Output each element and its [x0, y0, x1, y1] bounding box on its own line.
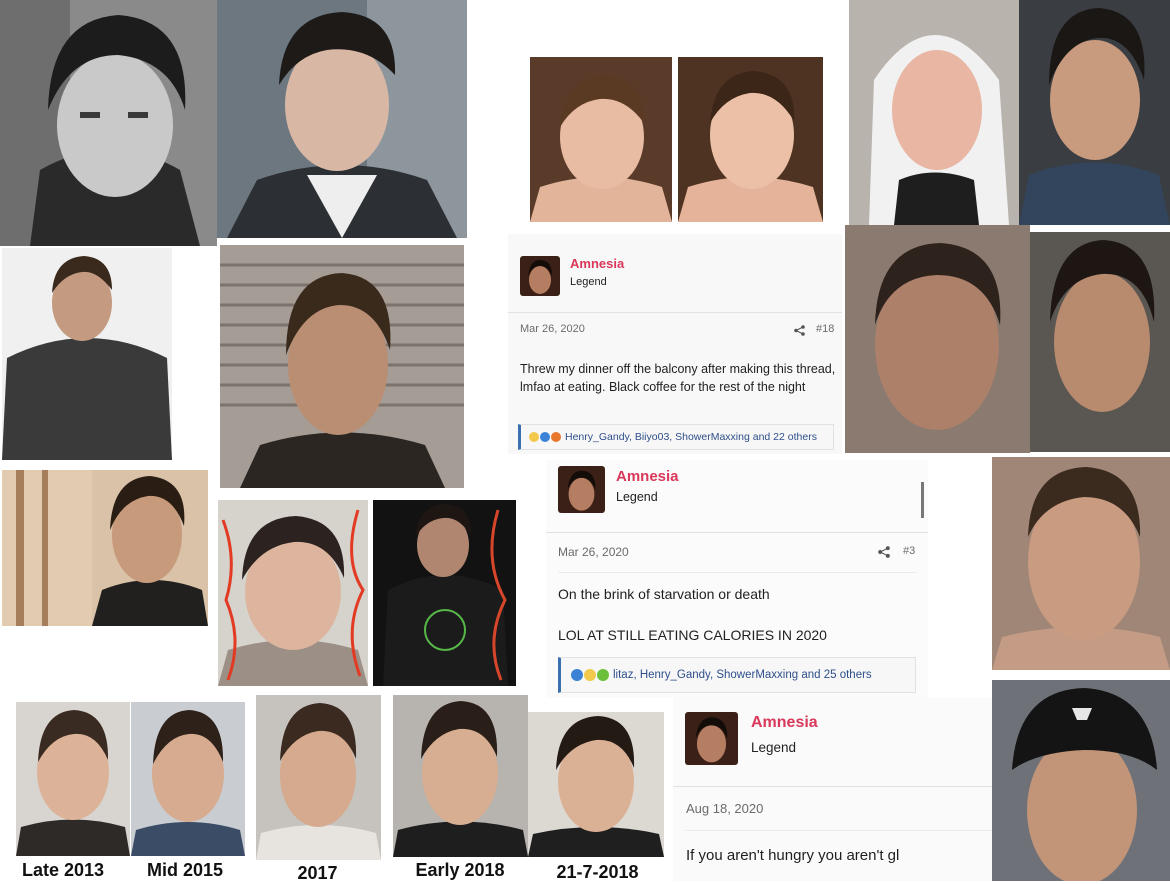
username-link[interactable]: Amnesia [570, 256, 624, 271]
forum-post: Amnesia Legend Mar 26, 2020 #3 On the br… [546, 460, 928, 698]
portrait-photo [220, 245, 464, 488]
portrait-photo [2, 248, 172, 460]
portrait-photo [1030, 232, 1170, 452]
post-body: If you aren't hungry you aren't gl [686, 847, 900, 864]
reactions-bar[interactable]: litaz, Henry_Gandy, ShowerMaxxing and 25… [558, 657, 916, 693]
post-number-link[interactable]: #3 [903, 545, 915, 557]
post-body: Threw my dinner off the balcony after ma… [520, 362, 836, 394]
portrait-photo [528, 712, 664, 857]
user-role: Legend [570, 276, 607, 288]
portrait-photo [1019, 0, 1170, 225]
timeline-caption: Early 2018 [415, 860, 505, 880]
user-role: Legend [751, 740, 797, 755]
timeline-caption: Mid 2015 [146, 860, 224, 880]
sick-reaction-icon [597, 669, 609, 681]
portrait-photo [218, 500, 368, 686]
avatar[interactable] [520, 256, 560, 296]
post-number-link[interactable]: #18 [816, 323, 834, 335]
portrait-photo [992, 457, 1170, 670]
reactions-text[interactable]: litaz, Henry_Gandy, ShowerMaxxing and 25… [613, 669, 872, 681]
post-body: LOL AT STILL EATING CALORIES IN 2020 [558, 627, 827, 643]
divider [546, 532, 928, 533]
love-reaction-icon [551, 432, 561, 442]
portrait-photo [131, 702, 245, 856]
like-reaction-icon [571, 669, 583, 681]
share-icon[interactable] [878, 545, 890, 563]
portrait-photo [678, 57, 823, 222]
haha-reaction-icon [529, 432, 539, 442]
post-date[interactable]: Mar 26, 2020 [558, 545, 629, 559]
avatar[interactable] [558, 466, 605, 513]
portrait-photo [2, 470, 208, 626]
username-link[interactable]: Amnesia [751, 714, 818, 732]
portrait-photo [849, 0, 1019, 225]
divider [685, 830, 992, 831]
divider [558, 572, 916, 573]
timeline-caption: Late 2013 [21, 860, 105, 880]
portrait-photo [393, 695, 528, 857]
post-date[interactable]: Mar 26, 2020 [520, 323, 585, 335]
portrait-photo [373, 500, 516, 686]
reactions-bar[interactable]: Henry_Gandy, Biiyo03, ShowerMaxxing and … [518, 424, 834, 450]
avatar[interactable] [685, 712, 738, 765]
portrait-photo [0, 0, 217, 246]
reactions-text[interactable]: Henry_Gandy, Biiyo03, ShowerMaxxing and … [565, 431, 817, 443]
portrait-photo [845, 225, 1030, 453]
forum-post: Amnesia Legend Mar 26, 2020 #18 Threw my… [508, 234, 842, 454]
portrait-photo [256, 695, 381, 860]
portrait-photo [16, 702, 130, 856]
user-role: Legend [616, 490, 658, 504]
scrollbar[interactable] [921, 482, 924, 518]
timeline-caption: 21-7-2018 [556, 862, 639, 882]
portrait-photo [530, 57, 672, 222]
post-date[interactable]: Aug 18, 2020 [686, 801, 763, 816]
forum-post: Amnesia Legend Aug 18, 2020 If you aren'… [673, 698, 992, 881]
share-icon[interactable] [794, 323, 805, 341]
portrait-photo [992, 680, 1170, 881]
divider [508, 312, 842, 313]
like-reaction-icon [540, 432, 550, 442]
username-link[interactable]: Amnesia [616, 468, 679, 485]
haha-reaction-icon [584, 669, 596, 681]
portrait-photo [217, 0, 467, 238]
post-body: On the brink of starvation or death [558, 586, 770, 602]
divider [673, 786, 992, 787]
